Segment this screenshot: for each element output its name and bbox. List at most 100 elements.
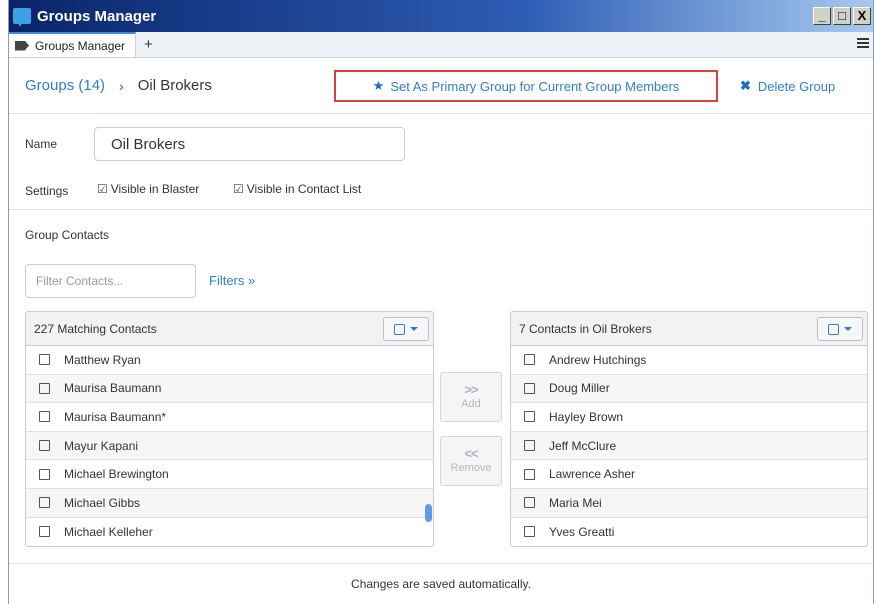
contact-name: Maria Mei	[549, 495, 602, 510]
add-button[interactable]: >> Add	[440, 372, 502, 422]
checkbox-icon	[394, 323, 405, 335]
matching-contacts-panel: 227 Matching Contacts Matthew Ryan Mauri…	[25, 311, 434, 547]
filter-contacts-input[interactable]	[25, 264, 196, 298]
breadcrumb: Groups (14) › Oil Brokers	[25, 77, 212, 94]
scrollbar[interactable]	[423, 346, 433, 546]
chat-bubble-icon	[13, 8, 31, 27]
list-item[interactable]: Jeff McClure	[511, 431, 867, 461]
contact-name: Andrew Hutchings	[549, 352, 647, 367]
list-item[interactable]: Maurisa Baumann	[26, 374, 433, 404]
minimize-button[interactable]: _	[813, 7, 831, 25]
list-item[interactable]: Michael Kelleher	[26, 518, 433, 546]
contact-name: Lawrence Asher	[549, 467, 636, 482]
matching-contacts-count: 227 Matching Contacts	[34, 321, 157, 336]
contact-name: Jeff McClure	[549, 438, 617, 453]
group-contacts-title: Group Contacts	[25, 228, 110, 242]
scrollbar-thumb[interactable]	[425, 504, 432, 522]
list-item[interactable]: Matthew Ryan	[26, 346, 433, 375]
tab-label: Groups Manager	[35, 38, 126, 53]
group-members-panel: 7 Contacts in Oil Brokers Andrew Hutchin…	[510, 311, 868, 547]
checkbox[interactable]	[524, 468, 535, 480]
checkbox-checked-icon: ☑	[97, 182, 108, 196]
list-item[interactable]: Yves Greatti	[511, 518, 867, 546]
autosave-status: Changes are saved automatically.	[351, 577, 531, 591]
contact-name: Michael Brewington	[64, 467, 169, 482]
visible-in-blaster-checkbox[interactable]: ☑ Visible in Blaster	[97, 182, 199, 196]
contact-name: Doug Miller	[549, 381, 610, 396]
checkbox[interactable]	[39, 468, 50, 480]
checkbox[interactable]	[39, 497, 50, 509]
checkbox[interactable]	[524, 440, 535, 452]
list-item[interactable]: Maria Mei	[511, 488, 867, 518]
add-button-label: Add	[461, 398, 481, 410]
star-icon: ★	[372, 78, 385, 93]
select-all-dropdown-right[interactable]	[817, 317, 863, 341]
checkbox[interactable]	[39, 382, 50, 394]
checkbox[interactable]	[39, 526, 50, 538]
footer: Changes are saved automatically.	[9, 563, 873, 604]
matching-contacts-list: Matthew Ryan Maurisa Baumann Maurisa Bau…	[26, 346, 433, 546]
maximize-button[interactable]: □	[833, 7, 851, 25]
groups-breadcrumb-link[interactable]: Groups (14)	[25, 77, 105, 94]
checkbox[interactable]	[39, 354, 50, 366]
hamburger-menu-icon[interactable]	[857, 38, 869, 50]
contact-name: Hayley Brown	[549, 409, 624, 424]
list-item[interactable]: Doug Miller	[511, 374, 867, 404]
caret-down-icon	[844, 327, 852, 331]
contact-name: Mayur Kapani	[64, 438, 139, 453]
breadcrumb-separator: ›	[119, 77, 124, 94]
list-item[interactable]: Lawrence Asher	[511, 460, 867, 489]
set-primary-group-label: Set As Primary Group for Current Group M…	[390, 78, 680, 94]
checkbox[interactable]	[524, 526, 535, 538]
page-header: Groups (14) › Oil Brokers ★ Set As Prima…	[9, 58, 873, 114]
list-item[interactable]: Maurisa Baumann*	[26, 403, 433, 432]
checkbox[interactable]	[524, 497, 535, 509]
checkbox-icon	[828, 323, 839, 335]
checkbox[interactable]	[39, 411, 50, 423]
settings-label: Settings	[25, 184, 69, 198]
tab-bar: Groups Manager +	[9, 32, 873, 58]
contact-name: Michael Kelleher	[64, 524, 153, 539]
matching-contacts-header: 227 Matching Contacts	[26, 312, 433, 346]
delete-group-label: Delete Group	[757, 78, 836, 94]
close-button[interactable]: X	[853, 7, 871, 25]
remove-button-label: Remove	[450, 462, 492, 474]
checkbox[interactable]	[524, 411, 535, 423]
contact-name: Maurisa Baumann	[64, 381, 162, 396]
select-all-dropdown-left[interactable]	[383, 317, 429, 341]
add-tab-button[interactable]: +	[136, 32, 161, 57]
list-item[interactable]: Andrew Hutchings	[511, 346, 867, 375]
contact-name: Michael Gibbs	[64, 495, 141, 510]
caret-down-icon	[410, 327, 418, 331]
group-name-input[interactable]	[94, 127, 405, 161]
group-members-header: 7 Contacts in Oil Brokers	[511, 312, 867, 346]
contact-name: Maurisa Baumann*	[64, 409, 167, 424]
double-left-arrow-icon: <<	[464, 446, 478, 461]
delete-x-icon: ✖	[740, 78, 751, 93]
contact-name: Yves Greatti	[549, 524, 615, 539]
checkbox-checked-icon: ☑	[233, 182, 244, 196]
title-bar[interactable]: Groups Manager _ □ X	[9, 0, 873, 32]
list-item[interactable]: Mayur Kapani	[26, 431, 433, 461]
contact-name: Matthew Ryan	[64, 352, 141, 367]
window-controls: _ □ X	[813, 7, 873, 25]
set-primary-group-button[interactable]: ★ Set As Primary Group for Current Group…	[334, 70, 718, 102]
visible-in-contact-list-checkbox[interactable]: ☑ Visible in Contact List	[233, 182, 361, 196]
delete-group-button[interactable]: ✖ Delete Group	[740, 78, 835, 94]
checkbox[interactable]	[524, 354, 535, 366]
visible-in-blaster-label: Visible in Blaster	[110, 182, 200, 196]
double-right-arrow-icon: >>	[464, 382, 478, 397]
name-label: Name	[25, 137, 58, 151]
checkbox[interactable]	[524, 382, 535, 394]
group-members-count: 7 Contacts in Oil Brokers	[519, 321, 652, 336]
filters-link[interactable]: Filters »	[209, 273, 255, 288]
tab-groups-manager[interactable]: Groups Manager	[9, 32, 137, 57]
list-item[interactable]: Hayley Brown	[511, 403, 867, 432]
checkbox[interactable]	[39, 440, 50, 452]
list-item[interactable]: Michael Brewington	[26, 460, 433, 489]
remove-button[interactable]: << Remove	[440, 436, 502, 486]
visible-in-contact-list-label: Visible in Contact List	[246, 182, 362, 196]
groups-manager-window: Groups Manager _ □ X Groups Manager + Gr…	[8, 0, 874, 604]
list-item[interactable]: Michael Gibbs	[26, 488, 433, 518]
current-group-crumb: Oil Brokers	[137, 77, 212, 94]
